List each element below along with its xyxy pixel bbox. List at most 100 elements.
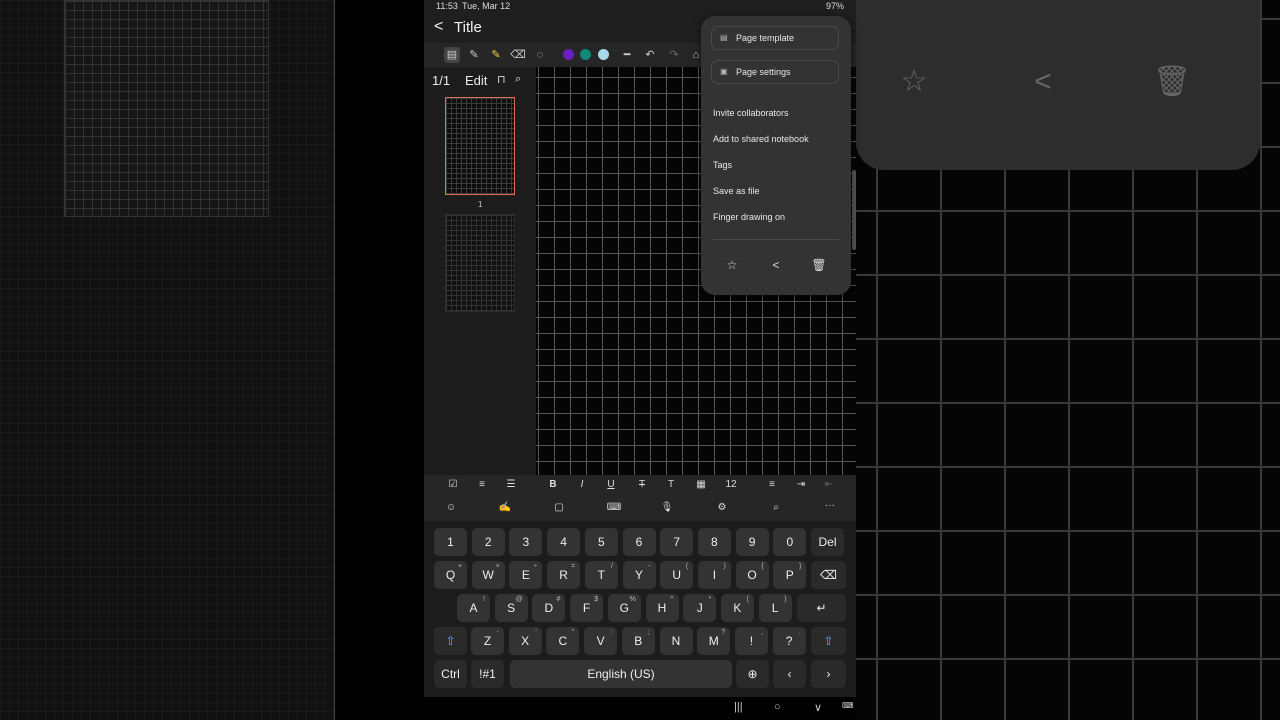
key-left[interactable]: ‹ bbox=[773, 660, 806, 688]
pen-icon[interactable]: ✎ bbox=[466, 47, 482, 63]
key-v[interactable]: V: bbox=[584, 627, 618, 655]
key-n[interactable]: N bbox=[659, 627, 693, 655]
key-a[interactable]: A! bbox=[457, 594, 490, 622]
key-f[interactable]: F $ bbox=[570, 594, 604, 622]
key-g[interactable]: G% bbox=[607, 594, 641, 622]
delete-trash-icon[interactable]: 🗑 bbox=[810, 258, 828, 272]
keyboard-mode-icon[interactable]: ⌨ bbox=[605, 502, 623, 513]
key-u[interactable]: U( bbox=[660, 561, 694, 589]
key-z[interactable]: Z- bbox=[471, 627, 504, 655]
key-3[interactable]: 3 bbox=[509, 528, 543, 556]
key-p[interactable]: P} bbox=[773, 561, 807, 589]
note-title[interactable]: Title bbox=[454, 19, 482, 36]
checkbox-list-icon[interactable]: ☑ bbox=[444, 479, 462, 490]
menu-item-tags[interactable]: Tags bbox=[713, 160, 839, 170]
key-shift-right[interactable]: ⇧ bbox=[811, 627, 846, 655]
key-symbols[interactable]: !#1 bbox=[471, 660, 504, 688]
edit-button[interactable]: Edit bbox=[465, 73, 487, 88]
outdent-icon[interactable]: ⇤ bbox=[820, 479, 838, 490]
key-9[interactable]: 9 bbox=[735, 528, 769, 556]
text-background-icon[interactable]: ▦ bbox=[692, 479, 710, 490]
key-s[interactable]: S @ bbox=[494, 594, 528, 622]
key-o[interactable]: O{ bbox=[735, 561, 769, 589]
handwriting-icon[interactable]: ✍ bbox=[496, 502, 514, 513]
key-r[interactable]: R = bbox=[547, 561, 581, 589]
key-h[interactable]: H ^ bbox=[645, 594, 679, 622]
page-thumbnail[interactable] bbox=[445, 97, 515, 195]
key-punct-7[interactable]: !, bbox=[734, 627, 768, 655]
numbered-list-icon[interactable]: ≡ bbox=[473, 479, 491, 490]
key-1[interactable]: 1 bbox=[434, 528, 467, 556]
strikethrough-icon[interactable]: T bbox=[633, 479, 651, 490]
recent-apps-icon[interactable]: ||| bbox=[734, 701, 743, 713]
key-b[interactable]: B; bbox=[621, 627, 655, 655]
menu-item-invite-collaborators[interactable]: Invite collaborators bbox=[713, 108, 839, 118]
key-m[interactable]: M? bbox=[697, 627, 731, 655]
key-4[interactable]: 4 bbox=[547, 528, 581, 556]
key-w[interactable]: W × bbox=[471, 561, 505, 589]
key-t[interactable]: T / bbox=[584, 561, 618, 589]
key-q[interactable]: Q + bbox=[434, 561, 467, 589]
menu-item-add-to-shared-notebook[interactable]: Add to shared notebook bbox=[713, 134, 839, 144]
key-language[interactable]: ⊕ bbox=[736, 660, 769, 688]
page-template-item[interactable]: ▤ Page template bbox=[711, 26, 839, 50]
bold-icon[interactable]: B bbox=[544, 479, 562, 490]
bookmark-icon[interactable]: ⊓ bbox=[497, 73, 506, 86]
menu-item-save-as-file[interactable]: Save as file bbox=[713, 186, 839, 196]
key-c[interactable]: C " bbox=[546, 627, 580, 655]
key-y[interactable]: Y- bbox=[622, 561, 656, 589]
align-icon[interactable]: ≡ bbox=[763, 479, 781, 490]
page-settings-item[interactable]: ▣ Page settings bbox=[711, 60, 839, 84]
key-k[interactable]: K( bbox=[720, 594, 754, 622]
clipboard-icon[interactable]: ▢ bbox=[550, 502, 568, 513]
key-enter[interactable]: ↵ bbox=[797, 594, 846, 622]
redo-icon[interactable]: ↷ bbox=[666, 47, 682, 63]
key-shift-left[interactable]: ⇧ bbox=[434, 627, 467, 655]
bullet-list-icon[interactable]: ☰ bbox=[502, 479, 520, 490]
emoji-icon[interactable]: ☺ bbox=[442, 502, 460, 513]
pen-color-teal[interactable] bbox=[580, 49, 591, 60]
keyboard-switch-icon[interactable]: ⌨ bbox=[842, 701, 854, 710]
search-icon[interactable]: ⌕ bbox=[767, 502, 785, 513]
key-punct-8[interactable]: ?. bbox=[772, 627, 806, 655]
key-ctrl[interactable]: Ctrl bbox=[434, 660, 467, 688]
key-i[interactable]: I) bbox=[697, 561, 731, 589]
more-icon[interactable]: ··· bbox=[821, 500, 839, 511]
key-5[interactable]: 5 bbox=[584, 528, 618, 556]
back-nav-icon[interactable]: ∨ bbox=[814, 701, 822, 714]
font-size-select[interactable]: 12 bbox=[720, 479, 742, 490]
lasso-icon[interactable]: ◌ bbox=[532, 47, 548, 63]
microphone-icon[interactable]: 🎙 bbox=[658, 502, 676, 513]
key-x[interactable]: X ' bbox=[508, 627, 542, 655]
key-0[interactable]: 0 bbox=[773, 528, 807, 556]
menu-item-finger-drawing[interactable]: Finger drawing on bbox=[713, 212, 839, 222]
pen-color-lightblue[interactable] bbox=[598, 49, 609, 60]
key-2[interactable]: 2 bbox=[471, 528, 505, 556]
highlighter-icon[interactable]: ✎ bbox=[488, 47, 504, 63]
key-d[interactable]: D # bbox=[532, 594, 566, 622]
stroke-width-icon[interactable]: ━ bbox=[619, 47, 635, 63]
italic-icon[interactable]: I bbox=[573, 479, 591, 490]
settings-icon[interactable]: ⚙ bbox=[713, 502, 731, 513]
pen-color-purple[interactable] bbox=[563, 49, 574, 60]
search-icon[interactable]: ⌕ bbox=[515, 73, 521, 86]
key-backspace[interactable]: ⌫ bbox=[811, 561, 846, 589]
home-icon[interactable]: ○ bbox=[774, 701, 781, 713]
key-j[interactable]: J * bbox=[683, 594, 717, 622]
eraser-icon[interactable]: ⌫ bbox=[510, 47, 526, 63]
scrollbar[interactable] bbox=[852, 170, 856, 250]
key-e[interactable]: E ÷ bbox=[509, 561, 543, 589]
key-7[interactable]: 7 bbox=[660, 528, 694, 556]
add-page-thumbnail[interactable] bbox=[445, 214, 515, 312]
key-right[interactable]: › bbox=[811, 660, 846, 688]
key-6[interactable]: 6 bbox=[622, 528, 656, 556]
key-space[interactable]: English (US) bbox=[510, 660, 732, 688]
key-delete[interactable]: Del bbox=[811, 528, 844, 556]
favorite-star-icon[interactable]: ☆ bbox=[723, 258, 741, 272]
key-l[interactable]: L) bbox=[758, 594, 792, 622]
indent-icon[interactable]: ⇥ bbox=[792, 479, 810, 490]
underline-icon[interactable]: U bbox=[602, 479, 620, 490]
share-icon[interactable]: < bbox=[767, 258, 785, 272]
back-icon[interactable]: < bbox=[434, 18, 443, 36]
text-color-icon[interactable]: T bbox=[662, 479, 680, 490]
